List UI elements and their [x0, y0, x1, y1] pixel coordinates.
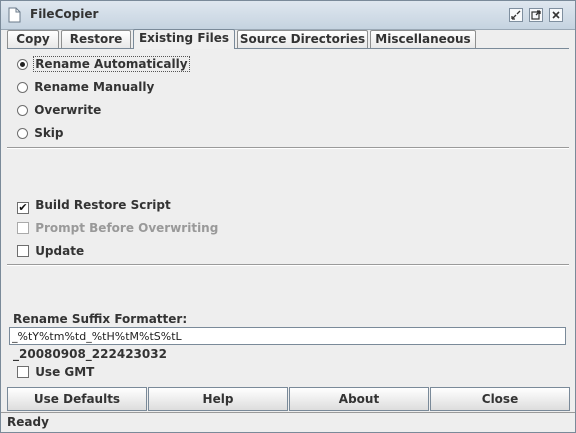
checkbox-use-gmt[interactable]: Use GMT: [17, 363, 94, 381]
tab-existing-files-label: Existing Files: [138, 31, 230, 45]
about-button[interactable]: About: [289, 387, 429, 411]
tab-copy-label: Copy: [16, 32, 50, 46]
checkmark-icon[interactable]: ✔: [17, 202, 29, 214]
tab-restore-label: Restore: [69, 32, 123, 46]
radio-button[interactable]: [17, 128, 28, 139]
checkbox-label: Build Restore Script: [35, 198, 171, 212]
divider: [7, 264, 569, 266]
existing-files-panel: Rename Automatically Rename Manually Ove…: [7, 48, 569, 385]
suffix-preview: _20080908_222423032: [13, 347, 167, 361]
checkbox-build-restore-script[interactable]: ✔ Build Restore Script: [17, 196, 171, 214]
checkbox[interactable]: [17, 245, 29, 257]
radio-rename-manually[interactable]: Rename Manually: [17, 78, 154, 96]
tab-source-directories[interactable]: Source Directories: [237, 30, 368, 48]
tab-existing-files[interactable]: Existing Files: [133, 29, 235, 49]
checkbox-update[interactable]: Update: [17, 242, 84, 260]
status-bar: Ready: [1, 412, 575, 432]
radio-label: Skip: [34, 126, 64, 140]
checkbox-prompt-before-overwriting: Prompt Before Overwriting: [17, 219, 218, 237]
suffix-formatter-label: Rename Suffix Formatter:: [13, 312, 188, 326]
title-bar[interactable]: FileCopier: [1, 1, 575, 30]
tab-miscellaneous-label: Miscellaneous: [375, 32, 471, 46]
radio-skip[interactable]: Skip: [17, 124, 64, 142]
checkbox-label: Prompt Before Overwriting: [35, 221, 219, 235]
maximize-icon[interactable]: [529, 8, 543, 22]
tab-copy[interactable]: Copy: [7, 30, 59, 48]
suffix-formatter-input[interactable]: [9, 327, 566, 345]
radio-button[interactable]: [17, 82, 28, 93]
radio-button[interactable]: [17, 105, 28, 116]
radio-button-selected[interactable]: [17, 59, 28, 70]
use-defaults-button[interactable]: Use Defaults: [7, 387, 147, 411]
tab-restore[interactable]: Restore: [61, 30, 131, 48]
radio-rename-automatically[interactable]: Rename Automatically: [17, 55, 190, 73]
radio-label: Rename Manually: [34, 80, 155, 94]
tab-bar: Copy Restore Existing Files Source Direc…: [7, 29, 575, 49]
filecopier-window: FileCopier Copy Restore Existing Files S…: [0, 0, 576, 433]
close-icon[interactable]: [549, 8, 563, 22]
divider: [7, 147, 569, 149]
radio-overwrite[interactable]: Overwrite: [17, 101, 101, 119]
checkbox-label: Use GMT: [35, 365, 95, 379]
tab-source-directories-label: Source Directories: [239, 32, 366, 46]
minimize-icon[interactable]: [509, 8, 523, 22]
button-bar: Use Defaults Help About Close: [7, 387, 573, 411]
help-button[interactable]: Help: [148, 387, 288, 411]
checkbox[interactable]: [17, 366, 29, 378]
tab-miscellaneous[interactable]: Miscellaneous: [370, 30, 476, 48]
checkbox: [17, 222, 29, 234]
document-icon: [8, 7, 21, 23]
radio-label: Overwrite: [34, 103, 102, 117]
close-button[interactable]: Close: [430, 387, 570, 411]
checkbox-label: Update: [35, 244, 85, 258]
radio-label: Rename Automatically: [33, 56, 190, 72]
window-title: FileCopier: [30, 7, 99, 21]
